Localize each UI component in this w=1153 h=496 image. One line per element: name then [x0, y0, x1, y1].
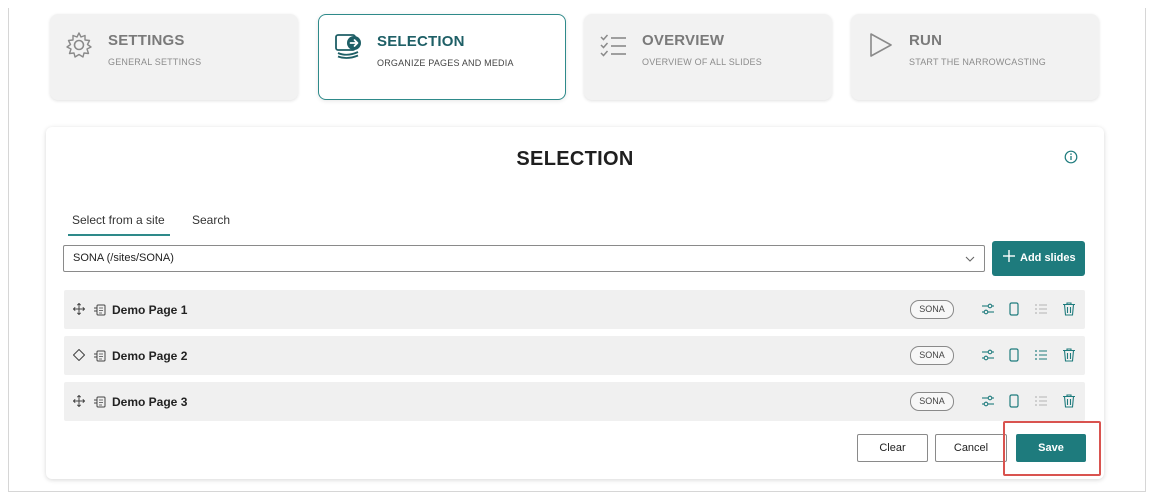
trash-icon[interactable] [1061, 393, 1077, 409]
step-title: SETTINGS [108, 32, 185, 49]
page-icon [94, 396, 106, 408]
panel-title: SELECTION [516, 148, 634, 170]
add-slides-button[interactable]: Add slides [992, 241, 1085, 276]
trash-icon[interactable] [1061, 347, 1077, 363]
tab-select-from-site[interactable]: Select from a site [72, 213, 165, 227]
step-title: RUN [909, 32, 943, 49]
clear-button[interactable]: Clear [857, 434, 928, 462]
page-name: Demo Page 1 [112, 303, 188, 317]
add-slides-label: Add slides [1020, 252, 1076, 264]
site-dropdown[interactable]: SONA (/sites/SONA) [63, 245, 985, 272]
settings-sliders-icon[interactable] [980, 301, 996, 317]
step-run[interactable]: RUN START THE NARROWCASTING [851, 14, 1099, 100]
chevron-down-icon [965, 256, 975, 262]
list-item[interactable]: Demo Page 3 SONA [64, 382, 1085, 421]
copy-icon[interactable] [1006, 393, 1022, 409]
page-icon [94, 350, 106, 362]
step-subtitle: OVERVIEW OF ALL SLIDES [642, 57, 762, 67]
step-subtitle: ORGANIZE PAGES AND MEDIA [377, 58, 514, 68]
page-name: Demo Page 3 [112, 395, 188, 409]
play-icon [870, 33, 892, 57]
move-icon[interactable] [73, 303, 85, 315]
step-overview[interactable]: OVERVIEW OVERVIEW OF ALL SLIDES [584, 14, 832, 100]
list-icon[interactable] [1033, 393, 1049, 409]
step-selection[interactable]: SELECTION ORGANIZE PAGES AND MEDIA [318, 14, 566, 100]
plus-icon [1003, 250, 1015, 262]
site-dropdown-value: SONA (/sites/SONA) [73, 252, 174, 264]
gear-icon [66, 32, 92, 58]
settings-sliders-icon[interactable] [980, 393, 996, 409]
site-tag: SONA [910, 346, 954, 365]
step-title: SELECTION [377, 33, 465, 50]
save-button[interactable]: Save [1016, 434, 1086, 462]
list-item[interactable]: Demo Page 2 SONA [64, 336, 1085, 375]
trash-icon[interactable] [1061, 301, 1077, 317]
active-tab-indicator [68, 234, 170, 236]
list-item[interactable]: Demo Page 1 SONA [64, 290, 1085, 329]
move-icon[interactable] [73, 395, 85, 407]
tab-search[interactable]: Search [192, 213, 230, 227]
copy-icon[interactable] [1006, 301, 1022, 317]
selection-icon [335, 34, 361, 59]
step-settings[interactable]: SETTINGS GENERAL SETTINGS [50, 14, 298, 100]
step-subtitle: GENERAL SETTINGS [108, 57, 202, 67]
page-name: Demo Page 2 [112, 349, 188, 363]
site-tag: SONA [910, 392, 954, 411]
settings-sliders-icon[interactable] [980, 347, 996, 363]
copy-icon[interactable] [1006, 347, 1022, 363]
selection-panel: SELECTION Select from a site Search SONA… [46, 127, 1104, 479]
page-icon [94, 304, 106, 316]
cancel-button[interactable]: Cancel [935, 434, 1007, 462]
list-icon[interactable] [1033, 301, 1049, 317]
step-title: OVERVIEW [642, 32, 725, 49]
list-icon[interactable] [1033, 347, 1049, 363]
site-tag: SONA [910, 300, 954, 319]
step-subtitle: START THE NARROWCASTING [909, 57, 1046, 67]
move-icon[interactable] [73, 349, 85, 361]
info-icon[interactable] [1064, 150, 1078, 164]
checklist-icon [600, 34, 626, 57]
